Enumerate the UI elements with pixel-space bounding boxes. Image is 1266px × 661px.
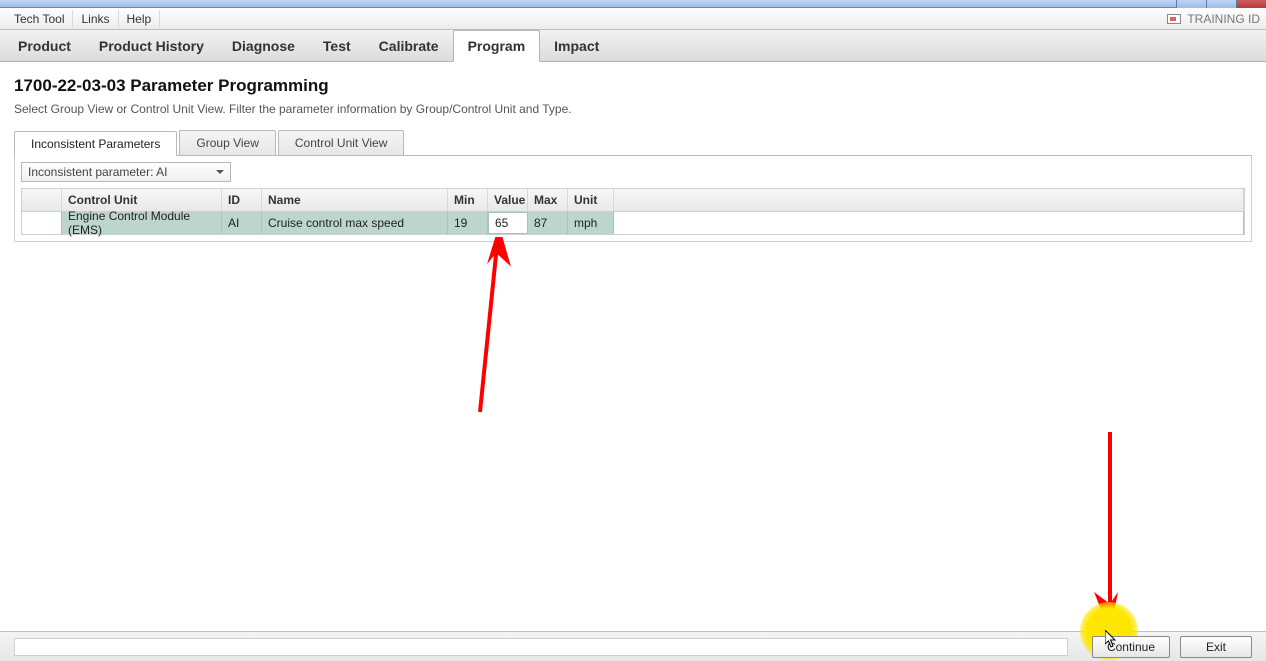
tab-test[interactable]: Test <box>309 30 365 61</box>
col-min[interactable]: Min <box>448 189 488 211</box>
window-close-button[interactable] <box>1236 0 1266 8</box>
row-spacer <box>22 212 62 234</box>
filter-label: Inconsistent parameter: AI <box>28 165 167 179</box>
col-unit[interactable]: Unit <box>568 189 614 211</box>
tab-diagnose[interactable]: Diagnose <box>218 30 309 61</box>
page-subtitle: Select Group View or Control Unit View. … <box>14 102 1252 116</box>
main-nav: Product Product History Diagnose Test Ca… <box>0 30 1266 62</box>
cell-control-unit: Engine Control Module (EMS) <box>62 212 222 234</box>
cell-name: Cruise control max speed <box>262 212 448 234</box>
table-row[interactable]: Engine Control Module (EMS) AI Cruise co… <box>22 212 1244 234</box>
cell-id: AI <box>222 212 262 234</box>
parameter-panel: Inconsistent parameter: AI Control Unit … <box>14 156 1252 242</box>
col-spacer <box>22 189 62 211</box>
cell-unit: mph <box>568 212 614 234</box>
footer-bar: Continue Exit <box>0 631 1266 661</box>
subtab-control-unit-view[interactable]: Control Unit View <box>278 130 404 155</box>
filter-dropdown[interactable]: Inconsistent parameter: AI <box>21 162 231 182</box>
col-max[interactable]: Max <box>528 189 568 211</box>
cell-fill <box>614 212 1244 234</box>
tab-impact[interactable]: Impact <box>540 30 613 61</box>
page-title: 1700-22-03-03 Parameter Programming <box>14 76 1252 96</box>
training-card-icon <box>1167 14 1181 24</box>
col-id[interactable]: ID <box>222 189 262 211</box>
col-name[interactable]: Name <box>262 189 448 211</box>
col-control-unit[interactable]: Control Unit <box>62 189 222 211</box>
subtab-inconsistent[interactable]: Inconsistent Parameters <box>14 131 177 156</box>
window-min-button[interactable] <box>1176 0 1206 8</box>
col-fill <box>614 189 1244 211</box>
subtab-group-view[interactable]: Group View <box>179 130 275 155</box>
exit-button[interactable]: Exit <box>1180 636 1252 658</box>
chevron-down-icon <box>216 170 224 174</box>
window-max-button[interactable] <box>1206 0 1236 8</box>
continue-button[interactable]: Continue <box>1092 636 1170 658</box>
training-id-label: TRAINING ID <box>1187 12 1260 26</box>
menubar: Tech Tool Links Help TRAINING ID <box>0 8 1266 30</box>
tab-product-history[interactable]: Product History <box>85 30 218 61</box>
subtabs: Inconsistent Parameters Group View Contr… <box>14 130 1252 156</box>
tab-product[interactable]: Product <box>4 30 85 61</box>
cell-max: 87 <box>528 212 568 234</box>
content-area: 1700-22-03-03 Parameter Programming Sele… <box>0 62 1266 631</box>
parameter-table: Control Unit ID Name Min Value Max Unit … <box>21 188 1245 235</box>
tab-program[interactable]: Program <box>453 30 541 62</box>
annotation-arrow-icon <box>1080 427 1140 627</box>
cell-min: 19 <box>448 212 488 234</box>
col-value[interactable]: Value <box>488 189 528 211</box>
window-titlebar <box>0 0 1266 8</box>
status-area <box>14 638 1068 656</box>
tab-calibrate[interactable]: Calibrate <box>365 30 453 61</box>
annotation-arrow-icon <box>455 237 515 417</box>
cell-value[interactable]: 65 <box>488 212 528 234</box>
menu-links[interactable]: Links <box>73 10 118 28</box>
menu-help[interactable]: Help <box>119 10 161 28</box>
menu-techtool[interactable]: Tech Tool <box>6 10 73 28</box>
